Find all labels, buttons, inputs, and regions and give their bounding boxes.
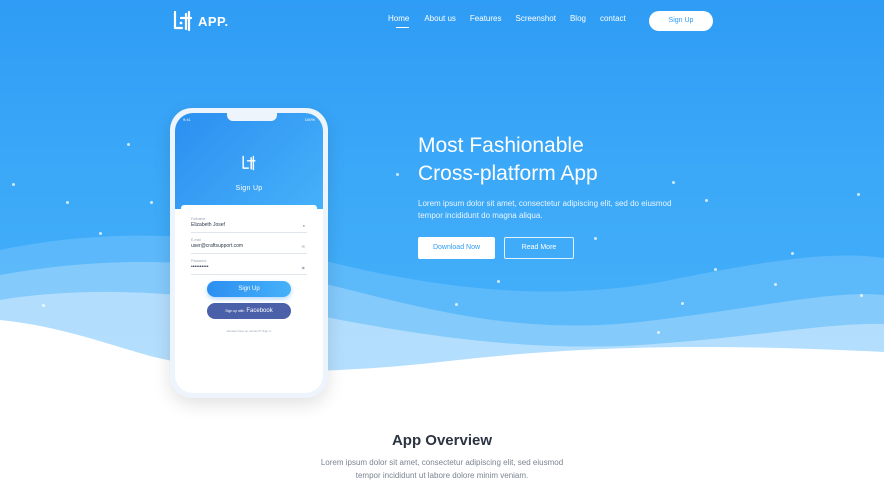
- field-value: ••••••••••: [191, 264, 209, 270]
- nav-screenshot[interactable]: Screenshot: [516, 14, 556, 23]
- hero-title-line1: Most Fashionable: [418, 134, 584, 157]
- sparkle-dot: [497, 280, 500, 283]
- hero-lead: Lorem ipsum dolor sit amet, consectetur …: [418, 199, 672, 220]
- user-icon: ●: [302, 223, 305, 228]
- facebook-prefix: Sign up with: [225, 309, 245, 313]
- main-nav: Home About us Features Screenshot Blog c…: [388, 14, 626, 28]
- phone-notch: [227, 113, 277, 121]
- sparkle-dot: [714, 268, 717, 271]
- sparkle-dot: [594, 237, 597, 240]
- phone-facebook-button[interactable]: Sign up with Facebook: [207, 303, 291, 319]
- facebook-label: Facebook: [246, 308, 273, 314]
- field-value: user@craftsupport.com: [191, 243, 244, 249]
- sparkle-dot: [66, 201, 69, 204]
- hero-section: [0, 0, 884, 385]
- phone-password-field[interactable]: Password •••••••••• ◉: [191, 259, 307, 275]
- sparkle-dot: [657, 331, 660, 334]
- hero-waves: [0, 235, 884, 385]
- phone-status-time: 9:41: [183, 117, 191, 122]
- phone-status-battery: 100%: [304, 117, 315, 122]
- sparkle-dot: [12, 183, 15, 186]
- sparkle-dot: [857, 193, 860, 196]
- sparkle-dot: [672, 181, 675, 184]
- nav-home[interactable]: Home: [388, 14, 410, 28]
- field-value: Elizabeth Josef: [191, 222, 225, 228]
- sparkle-dot: [860, 294, 863, 297]
- sparkle-dot: [455, 303, 458, 306]
- sparkle-dot: [791, 252, 794, 255]
- overview-title: App Overview: [391, 432, 493, 449]
- hero-title: Most Fashionable Cross-platform App: [418, 132, 598, 188]
- mail-icon: ✉: [301, 244, 305, 249]
- logo[interactable]: APP.: [172, 10, 229, 32]
- phone-signup-button[interactable]: Sign Up: [207, 281, 291, 297]
- hero-title-line2: Cross-platform App: [418, 162, 598, 185]
- phone-email-field[interactable]: E-mail user@craftsupport.com ✉: [191, 238, 307, 254]
- nav-contact[interactable]: contact: [600, 14, 626, 23]
- nav-features[interactable]: Features: [470, 14, 502, 23]
- sparkle-dot: [80, 344, 83, 347]
- logo-mark-icon: [173, 10, 193, 32]
- phone-mockup: 9:41 100% Sign Up Fullname Elizabeth Jos…: [170, 108, 328, 398]
- phone-screen: 9:41 100% Sign Up Fullname Elizabeth Jos…: [175, 113, 323, 393]
- overview-text: Lorem ipsum dolor sit amet, consectetur …: [300, 456, 584, 482]
- sparkle-dot: [681, 302, 684, 305]
- nav-blog[interactable]: Blog: [570, 14, 586, 23]
- phone-logo-icon: [242, 155, 256, 171]
- overview-text-line1: Lorem ipsum dolor sit amet, consectetur …: [320, 458, 564, 467]
- field-label: Password: [191, 259, 207, 263]
- read-more-button[interactable]: Read More: [504, 237, 574, 259]
- sparkle-dot: [127, 143, 130, 146]
- logo-text: APP.: [198, 13, 229, 29]
- sparkle-dot: [150, 201, 153, 204]
- field-label: Fullname: [191, 217, 206, 221]
- sparkle-dot: [774, 283, 777, 286]
- sparkle-dot: [705, 199, 708, 202]
- sparkle-dot: [99, 232, 102, 235]
- download-now-button[interactable]: Download Now: [418, 237, 495, 259]
- field-label: E-mail: [191, 238, 201, 242]
- phone-screen-title: Sign Up: [235, 185, 263, 192]
- sparkle-dot: [396, 173, 399, 176]
- sparkle-dot: [42, 304, 45, 307]
- header-signup-button[interactable]: Sign Up: [649, 11, 713, 31]
- lock-icon: ◉: [301, 265, 306, 270]
- nav-about-us[interactable]: About us: [424, 14, 456, 23]
- overview-text-line2: tempor incididunt ut labore dolore minim…: [355, 471, 529, 480]
- phone-name-field[interactable]: Fullname Elizabeth Josef ●: [191, 217, 307, 233]
- phone-signin-link[interactable]: Already have an account? Sign in: [175, 329, 323, 333]
